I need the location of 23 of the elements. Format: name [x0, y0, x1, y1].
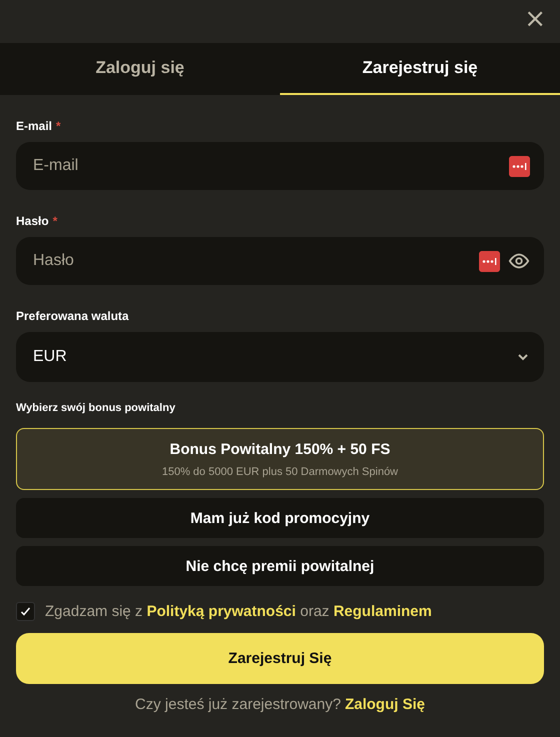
close-button[interactable]: ×	[524, 0, 560, 32]
terms-link[interactable]: Regulaminem	[333, 603, 432, 620]
input-field[interactable]: Hasło	[16, 237, 544, 285]
register-button[interactable]: Zarejestruj Się	[16, 633, 544, 684]
field-label: Preferowana waluta	[16, 309, 130, 323]
section-label: Wybierz swój bonus powitalny	[16, 402, 176, 414]
footer-text: Czy jesteś już zarejestrowany?	[135, 696, 341, 713]
login-link[interactable]: Zaloguj Się	[344, 696, 425, 713]
password-manager-icon[interactable]	[479, 250, 500, 272]
field-label: E-mail *	[16, 119, 62, 133]
bonus-option[interactable]: Nie chcę premii powitalnej	[16, 546, 544, 586]
input-field[interactable]: E-mail	[16, 142, 544, 190]
check-icon	[20, 606, 31, 617]
tab[interactable]: Zarejestruj się	[280, 43, 560, 95]
currency-select[interactable]: EUR	[16, 332, 544, 382]
field-label: Hasło *	[16, 214, 58, 228]
tab[interactable]: Zaloguj się	[0, 43, 280, 95]
consent-text: Zgadzam się z Polityką prywatności oraz Regulaminem	[45, 603, 432, 620]
privacy-link[interactable]: Polityką prywatności	[146, 603, 296, 620]
checkbox[interactable]	[16, 602, 35, 621]
password-manager-icon[interactable]	[509, 156, 530, 176]
bonus-option[interactable]: Bonus Powitalny 150% + 50 FS 150% do 5000 EUR plus 50 Darmowych Spinów	[16, 428, 544, 490]
bonus-option[interactable]: Mam już kod promocyjny	[16, 498, 544, 538]
